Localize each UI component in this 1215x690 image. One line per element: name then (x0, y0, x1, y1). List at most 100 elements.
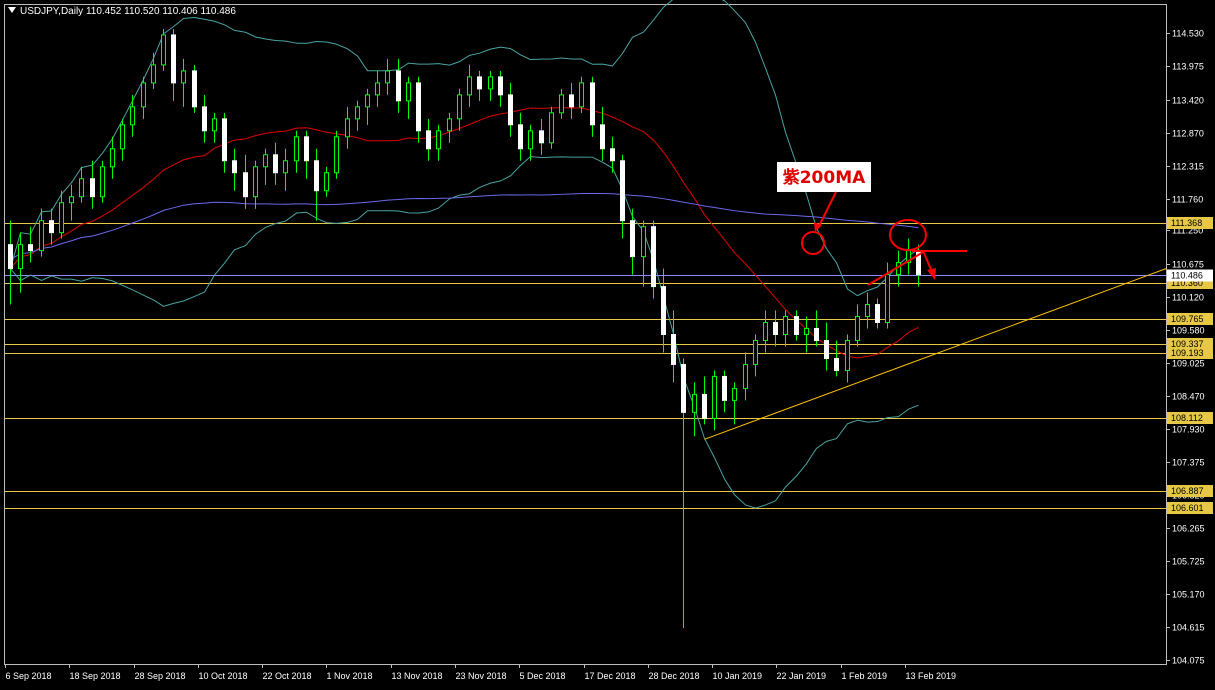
bollinger-upper-band (10, 0, 919, 297)
price-tick-label: 113.420 (1172, 96, 1204, 106)
bull-candle (110, 148, 115, 168)
bull-candle (549, 112, 554, 144)
bull-candle (141, 82, 146, 108)
bear-candle (671, 334, 676, 365)
bear-candle (681, 363, 686, 413)
bull-candle (79, 178, 84, 198)
price-tick-label: 110.120 (1172, 293, 1204, 303)
annotations: 紫200MA (704, 162, 1167, 440)
bear-candle (202, 106, 207, 132)
bull-candle (294, 136, 299, 162)
bear-candle (834, 357, 839, 371)
time-tick-label: 17 Dec 2018 (585, 671, 636, 681)
bull-candle (161, 34, 166, 66)
time-tick-label: 13 Nov 2018 (392, 671, 443, 681)
bull-candle (212, 118, 217, 132)
bear-candle (794, 316, 799, 336)
bull-candle (355, 106, 360, 120)
bull-candle (845, 339, 850, 371)
bull-candle (253, 166, 258, 198)
bear-candle (875, 304, 880, 324)
price-chart-svg: 紫200MA 114.530 113.975 113.420 112.870 112.3… (5, 0, 1213, 681)
bear-candle (661, 286, 666, 335)
price-tick-label: 104.615 (1172, 623, 1205, 633)
price-tick-label: 109.025 (1172, 359, 1205, 369)
time-tick-label: 1 Feb 2019 (842, 671, 888, 681)
time-tick-label: 5 Dec 2018 (520, 671, 566, 681)
moving-average-200-purple (10, 192, 919, 261)
bull-candle (181, 70, 186, 84)
bull-candle (885, 274, 890, 324)
bull-candle (692, 393, 697, 413)
bull-candle (406, 82, 411, 102)
price-tick-label: 113.975 (1172, 62, 1204, 72)
bear-candle (814, 328, 819, 341)
bear-candle (600, 124, 605, 150)
bull-candle (763, 322, 768, 341)
bull-candle (447, 118, 452, 132)
price-tick-label: 114.530 (1172, 29, 1204, 39)
bull-candle (263, 154, 268, 168)
price-axis[interactable]: 114.530 113.975 113.420 112.870 112.315 111.7… (1166, 29, 1213, 666)
price-tick-label: 106.265 (1172, 524, 1205, 534)
bear-candle (722, 375, 727, 401)
price-tick-label: 109.580 (1172, 326, 1205, 336)
bull-candle (324, 172, 329, 192)
bear-candle (539, 130, 544, 144)
annotation-pointer-line (817, 191, 837, 229)
bear-candle (651, 226, 656, 288)
price-tick-label: 112.315 (1172, 162, 1204, 172)
bear-candle (8, 244, 13, 270)
bear-candle (90, 178, 95, 198)
level-price-tag-text: 109.193 (1171, 348, 1204, 358)
bear-candle (314, 160, 319, 192)
bull-candle (641, 226, 646, 258)
price-tick-label: 112.870 (1172, 129, 1204, 139)
bear-candle (192, 70, 197, 108)
bull-candle (69, 196, 74, 204)
bear-candle (28, 244, 33, 252)
bear-candle (620, 160, 625, 222)
bear-candle (518, 124, 523, 150)
bull-candle (39, 220, 44, 252)
bull-candle (783, 316, 788, 336)
bull-candle (100, 166, 105, 198)
bull-candle (457, 94, 462, 120)
bull-candle (385, 70, 390, 84)
bear-candle (498, 76, 503, 96)
bear-candle (273, 154, 278, 174)
moving-average-red (10, 106, 919, 359)
bull-candle (743, 363, 748, 389)
current-price-tag-text: 110.486 (1171, 271, 1203, 281)
bull-candle (18, 244, 23, 270)
price-tick-label: 105.725 (1172, 557, 1205, 567)
bull-candle (436, 130, 441, 150)
annotation-down-arrowhead (927, 268, 936, 280)
horizontal-levels (5, 223, 1166, 509)
bull-candle (804, 328, 809, 336)
bull-candle (712, 375, 717, 419)
time-tick-label: 18 Sep 2018 (70, 671, 121, 681)
price-tick-label: 104.075 (1172, 656, 1205, 666)
bull-candle (528, 130, 533, 150)
bear-candle (243, 172, 248, 198)
bull-candle (732, 387, 737, 401)
bull-candle (488, 76, 493, 90)
time-tick-label: 28 Dec 2018 (649, 671, 700, 681)
indicator-lines (10, 0, 919, 509)
bear-candle (773, 322, 778, 336)
bull-candle (151, 64, 156, 84)
time-tick-label: 6 Sep 2018 (6, 671, 52, 681)
bear-candle (477, 76, 482, 90)
bull-candle (283, 160, 288, 174)
bull-candle (865, 304, 870, 318)
bear-candle (222, 118, 227, 162)
bear-candle (610, 148, 615, 162)
time-axis[interactable]: 6 Sep 2018 18 Sep 2018 28 Sep 2018 10 Oct 2… (5, 664, 957, 681)
bull-candle (753, 339, 758, 365)
bear-candle (569, 94, 574, 108)
time-tick-label: 10 Jan 2019 (713, 671, 763, 681)
chart-window[interactable]: USDJPY,Daily 110.452 110.520 110.406 110… (0, 0, 1215, 690)
level-price-tag-text: 106.887 (1171, 486, 1204, 496)
annotation-circle-ma (801, 231, 825, 255)
